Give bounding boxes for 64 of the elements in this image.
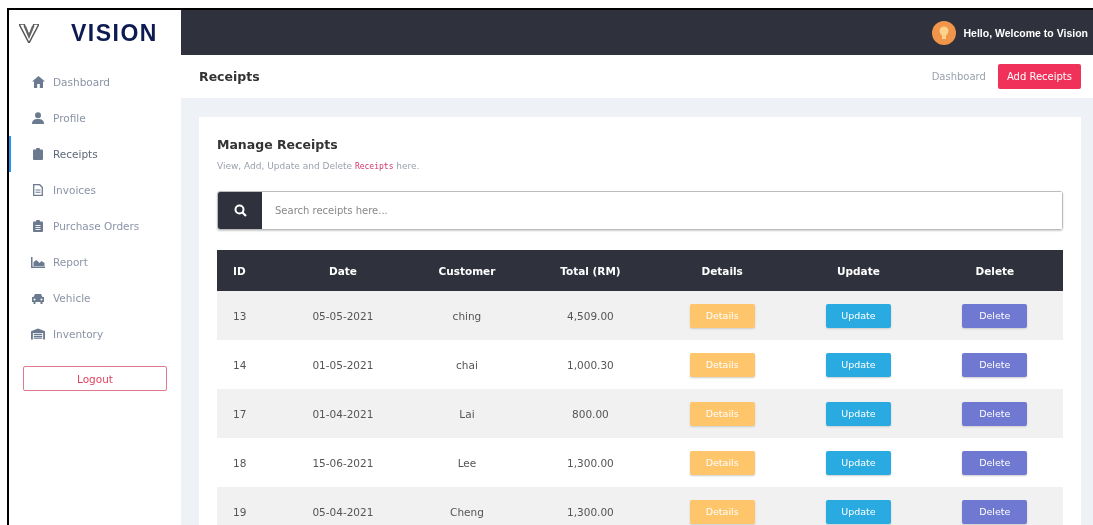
- user-icon: [32, 112, 44, 124]
- table-cell: Cheng: [407, 487, 527, 525]
- sidebar-item[interactable]: Report: [9, 244, 181, 280]
- greeting-text: Hello, Welcome to Vision: [963, 26, 1088, 39]
- column-header: Date: [278, 250, 408, 291]
- table-cell: 01-05-2021: [278, 340, 408, 389]
- delete-button[interactable]: Delete: [962, 450, 1028, 475]
- warehouse-icon: [31, 328, 45, 340]
- table-cell: 01-04-2021: [278, 389, 408, 438]
- table-cell: 14: [217, 340, 279, 389]
- table-cell: 1,000.30: [526, 340, 654, 389]
- brand-logo: VISION: [71, 19, 158, 47]
- update-button[interactable]: Update: [825, 450, 891, 475]
- table-cell: 1,300.00: [526, 487, 654, 525]
- table-cell: 13: [217, 291, 279, 340]
- table-cell: 800.00: [526, 389, 654, 438]
- update-button[interactable]: Update: [825, 352, 891, 377]
- delete-button[interactable]: Delete: [962, 303, 1028, 328]
- clipboard-list-icon: [33, 220, 43, 232]
- column-header: Customer: [407, 250, 527, 291]
- table-cell: 05-05-2021: [278, 291, 408, 340]
- card-subtitle: View, Add, Update and Delete Receipts here.: [217, 161, 421, 171]
- logo-icon: [19, 23, 39, 43]
- sidebar-item[interactable]: Purchase Orders: [9, 208, 181, 244]
- column-header: Total (RM): [526, 250, 654, 291]
- document-icon: [33, 184, 43, 196]
- sidebar-item[interactable]: Profile: [9, 100, 181, 136]
- column-header: Delete: [926, 250, 1063, 291]
- update-button[interactable]: Update: [825, 303, 891, 328]
- table-cell: 4,509.00: [526, 291, 654, 340]
- card-title: Manage Receipts: [217, 137, 339, 152]
- table-cell: ching: [407, 291, 527, 340]
- table-cell: 05-04-2021: [278, 487, 408, 525]
- logout-button[interactable]: Logout: [23, 366, 167, 391]
- clipboard-icon: [33, 148, 43, 160]
- avatar-icon: [931, 20, 956, 45]
- column-header: Update: [790, 250, 927, 291]
- table-cell: 19: [217, 487, 279, 525]
- table-cell: 18: [217, 438, 279, 487]
- delete-button[interactable]: Delete: [962, 499, 1028, 524]
- page-title: Receipts: [199, 69, 261, 84]
- search-icon[interactable]: [233, 204, 247, 217]
- area-chart-icon: [31, 256, 45, 268]
- home-icon: [31, 76, 45, 88]
- column-header: Details: [654, 250, 791, 291]
- search-field[interactable]: Search receipts here...: [217, 191, 1063, 230]
- table-cell: 17: [217, 389, 279, 438]
- add-receipts-button[interactable]: Add Receipts: [997, 64, 1081, 89]
- sidebar-item[interactable]: Inventory: [9, 316, 181, 352]
- update-button[interactable]: Update: [825, 401, 891, 426]
- sidebar-item[interactable]: Invoices: [9, 172, 181, 208]
- table-cell: Lai: [407, 389, 527, 438]
- update-button[interactable]: Update: [825, 499, 891, 524]
- table-cell: 1,300.00: [526, 438, 654, 487]
- breadcrumb-link[interactable]: Dashboard: [931, 71, 986, 82]
- table-cell: Lee: [407, 438, 527, 487]
- table-cell: chai: [407, 340, 527, 389]
- delete-button[interactable]: Delete: [962, 352, 1028, 377]
- sidebar-item[interactable]: Vehicle: [9, 280, 181, 316]
- column-header: ID: [217, 250, 279, 291]
- delete-button[interactable]: Delete: [962, 401, 1028, 426]
- car-icon: [31, 292, 45, 304]
- sidebar-item[interactable]: Dashboard: [9, 64, 181, 100]
- table-cell: 15-06-2021: [278, 438, 408, 487]
